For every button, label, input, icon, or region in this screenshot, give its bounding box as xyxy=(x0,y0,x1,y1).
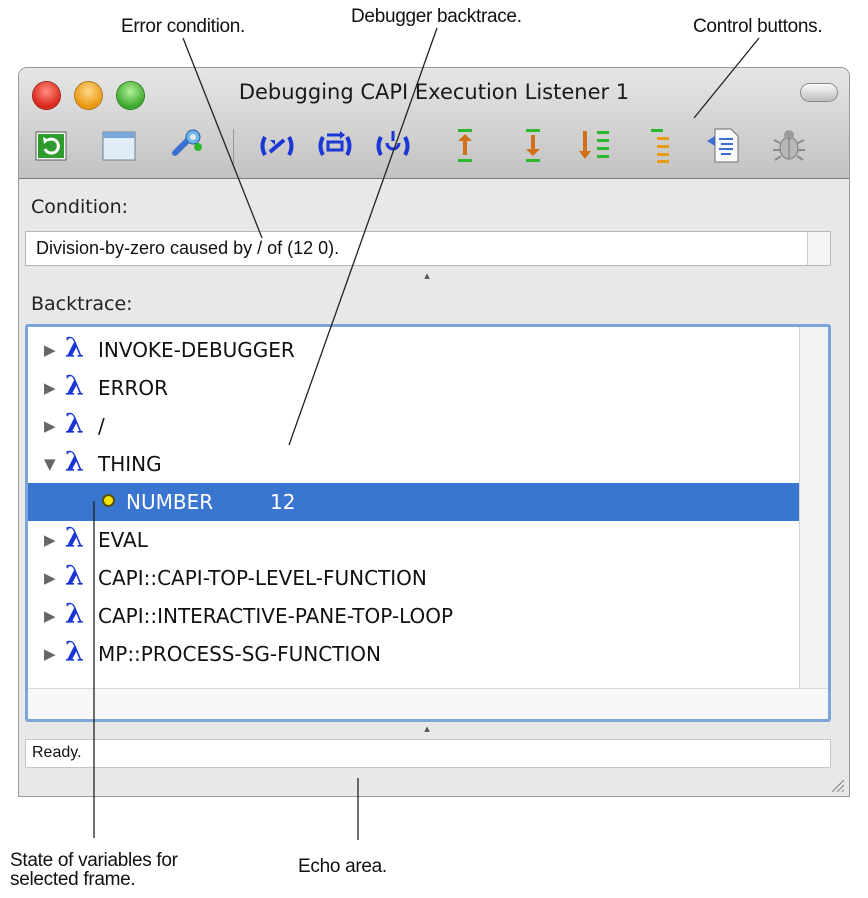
condition-label: Condition: xyxy=(31,196,129,218)
callout-control-buttons: Control buttons. xyxy=(693,16,823,37)
condition-field[interactable]: Division-by-zero caused by / of (12 0). xyxy=(25,231,831,266)
lambda-icon: λ xyxy=(65,637,84,668)
toolbar-toggle-button[interactable] xyxy=(801,84,837,101)
step-down-button[interactable] xyxy=(513,123,553,167)
lambda-icon: λ xyxy=(65,523,84,554)
splitter-handle[interactable]: ▴ xyxy=(421,724,433,735)
backtrace-vertical-scrollbar[interactable] xyxy=(799,327,828,689)
lambda-icon: λ xyxy=(65,599,84,630)
lambda-icon: λ xyxy=(65,371,84,402)
restart-icon xyxy=(376,131,410,156)
expanded-triangle-icon[interactable]: ▼ xyxy=(44,455,56,473)
document-icon xyxy=(707,128,739,163)
variable-value: 12 xyxy=(270,490,296,514)
backtrace-frame[interactable]: ▶ λ CAPI::INTERACTIVE-PANE-TOP-LOOP xyxy=(28,597,800,635)
backtrace-horizontal-scrollbar[interactable] xyxy=(28,688,828,719)
variable-name: NUMBER xyxy=(126,490,214,514)
toolbar xyxy=(19,123,849,173)
splitter-handle[interactable]: ▴ xyxy=(421,271,433,282)
callout-debugger-backtrace: Debugger backtrace. xyxy=(351,6,522,27)
step-list-button[interactable] xyxy=(575,123,615,167)
backtrace-frame[interactable]: ▶ λ MP::PROCESS-SG-FUNCTION xyxy=(28,635,800,673)
bug-button[interactable] xyxy=(769,123,809,167)
frame-name: MP::PROCESS-SG-FUNCTION xyxy=(98,642,381,666)
backtrace-frame[interactable]: ▶ λ ERROR xyxy=(28,369,800,407)
disclosure-triangle-icon[interactable]: ▶ xyxy=(44,531,56,549)
refresh-icon xyxy=(35,131,67,161)
frame-name: THING xyxy=(98,452,162,476)
lambda-icon: λ xyxy=(65,333,84,364)
echo-area: Ready. xyxy=(25,739,831,768)
disclosure-triangle-icon[interactable]: ▶ xyxy=(44,379,56,397)
window-icon xyxy=(102,131,136,161)
toolbar-separator xyxy=(233,129,234,163)
variable-dot-icon xyxy=(102,494,115,507)
lambda-icon: λ xyxy=(65,447,84,478)
backtrace-frame[interactable]: ▶ λ CAPI::CAPI-TOP-LEVEL-FUNCTION xyxy=(28,559,800,597)
window-title: Debugging CAPI Execution Listener 1 xyxy=(238,80,630,104)
callout-variable-state: State of variables for selected frame. xyxy=(10,850,178,890)
refresh-button[interactable] xyxy=(31,123,71,167)
new-window-button[interactable] xyxy=(99,123,139,167)
tools-icon xyxy=(172,129,202,156)
step-bars-icon xyxy=(651,129,669,163)
backtrace-frame[interactable]: ▶ λ EVAL xyxy=(28,521,800,559)
continue-button[interactable] xyxy=(315,123,355,167)
step-down-icon xyxy=(526,129,540,162)
disclosure-triangle-icon[interactable]: ▶ xyxy=(44,645,56,663)
bug-icon xyxy=(773,130,805,161)
echo-text: Ready. xyxy=(32,744,82,761)
backtrace-frame-expanded[interactable]: ▼ λ THING xyxy=(28,445,800,483)
condition-scrollbar[interactable] xyxy=(807,232,830,265)
step-up-icon xyxy=(458,129,472,162)
tools-button[interactable] xyxy=(167,123,207,167)
frame-name: EVAL xyxy=(98,528,148,552)
condition-text: Division-by-zero caused by / of (12 0). xyxy=(36,238,340,258)
frame-name: CAPI::CAPI-TOP-LEVEL-FUNCTION xyxy=(98,566,427,590)
callout-error-condition: Error condition. xyxy=(121,16,246,37)
debugger-content: Condition: Division-by-zero caused by / … xyxy=(19,179,849,796)
disclosure-triangle-icon[interactable]: ▶ xyxy=(44,341,56,359)
continue-icon xyxy=(318,131,352,156)
callout-echo-area: Echo area. xyxy=(298,856,387,877)
backtrace-frame[interactable]: ▶ λ / xyxy=(28,407,800,445)
backtrace-label: Backtrace: xyxy=(31,293,133,315)
disclosure-triangle-icon[interactable]: ▶ xyxy=(44,569,56,587)
disclosure-triangle-icon[interactable]: ▶ xyxy=(44,417,56,435)
lambda-icon: λ xyxy=(65,409,84,440)
abort-button[interactable] xyxy=(257,123,297,167)
step-up-button[interactable] xyxy=(445,123,485,167)
step-bars-button[interactable] xyxy=(639,123,679,167)
frame-variable-row[interactable]: NUMBER 12 xyxy=(28,483,800,521)
backtrace-frame[interactable]: ▶ λ INVOKE-DEBUGGER xyxy=(28,331,800,369)
frame-name: INVOKE-DEBUGGER xyxy=(98,338,295,362)
source-button[interactable] xyxy=(703,123,743,167)
backtrace-list[interactable]: ▶ λ INVOKE-DEBUGGER ▶ λ ERROR ▶ λ / ▼ λ … xyxy=(25,324,831,722)
restart-button[interactable] xyxy=(373,123,413,167)
step-list-icon xyxy=(579,131,609,159)
titlebar: Debugging CAPI Execution Listener 1 xyxy=(19,68,849,179)
resize-grip-icon[interactable] xyxy=(827,775,845,793)
frame-name: CAPI::INTERACTIVE-PANE-TOP-LOOP xyxy=(98,604,454,628)
debugger-window: Debugging CAPI Execution Listener 1 Cond… xyxy=(19,68,849,796)
frame-name: ERROR xyxy=(98,376,169,400)
abort-icon xyxy=(260,136,294,156)
disclosure-triangle-icon[interactable]: ▶ xyxy=(44,607,56,625)
lambda-icon: λ xyxy=(65,561,84,592)
frame-name: / xyxy=(98,414,105,438)
